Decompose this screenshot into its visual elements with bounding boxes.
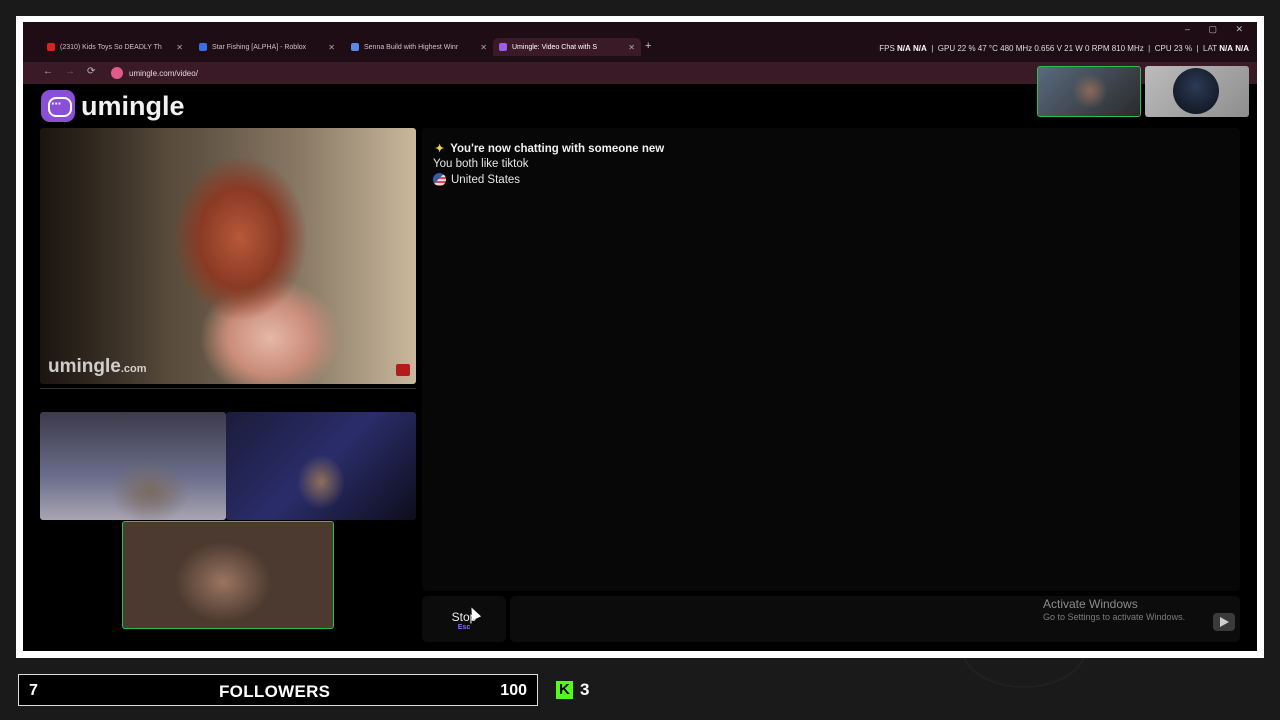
activate-windows-subtitle: Go to Settings to activate Windows. — [1043, 612, 1186, 622]
self-video — [122, 521, 334, 629]
tab-label: Senna Build with Highest Winr — [364, 43, 459, 51]
follower-label: FOLLOWERS — [219, 682, 331, 701]
tab-senna-build[interactable]: Senna Build with Highest Winr ✕ — [345, 38, 493, 56]
site-info-icon[interactable] — [111, 67, 123, 79]
send-button[interactable] — [1213, 613, 1235, 631]
umingle-logo[interactable]: umingle — [41, 90, 185, 122]
tab-youtube[interactable]: (2310) Kids Toys So DEADLY Th ✕ — [41, 38, 189, 56]
close-icon[interactable]: ✕ — [328, 43, 335, 52]
avatar — [1173, 68, 1219, 114]
close-icon[interactable]: ✕ — [628, 43, 635, 52]
fps-value: N/A — [897, 44, 911, 53]
tab-bar: (2310) Kids Toys So DEADLY Th ✕ Star Fis… — [23, 22, 1257, 62]
stop-button[interactable]: Stop Esc — [422, 596, 506, 642]
url-field[interactable]: umingle.com/video/ — [111, 65, 198, 81]
send-icon — [1220, 617, 1229, 627]
chat-log: ✦ You're now chatting with someone new Y… — [422, 128, 1240, 591]
umingle-watermark: umingle.com — [48, 356, 147, 378]
fps-label: FPS — [879, 44, 895, 53]
notice-text: You're now chatting with someone new — [450, 142, 665, 155]
kick-viewer-count: 3 — [580, 680, 590, 699]
activate-windows-title: Activate Windows — [1043, 597, 1138, 611]
video-divider — [40, 388, 416, 389]
fps-value: N/A — [913, 44, 927, 53]
tab-roblox[interactable]: Star Fishing [ALPHA] - Roblox ✕ — [193, 38, 341, 56]
watermark-text: umingle — [48, 356, 121, 377]
follower-count: 7 — [29, 682, 38, 699]
reload-icon[interactable]: ⟳ — [87, 66, 95, 77]
participant-cam-2 — [1145, 66, 1249, 117]
url-text: umingle.com/video/ — [129, 68, 198, 78]
stranger-country: United States — [433, 173, 520, 186]
tab-label: (2310) Kids Toys So DEADLY Th — [60, 43, 162, 51]
stop-shortcut-hint: Esc — [457, 624, 471, 631]
us-flag-icon — [433, 173, 446, 186]
cpu-stats: CPU 23 % — [1154, 44, 1193, 53]
chat-bubble-icon — [41, 90, 75, 122]
follower-goal-bar: 7 FOLLOWERS 100 — [18, 674, 538, 706]
streamer-webcam — [40, 412, 226, 520]
window-controls[interactable]: – ▢ ✕ — [1185, 24, 1251, 35]
roblox-icon — [199, 43, 207, 51]
tab-label: Umingle: Video Chat with S — [512, 43, 598, 51]
participant-cam-1 — [1037, 66, 1141, 117]
back-icon[interactable]: ← — [43, 66, 53, 77]
report-flag-icon[interactable] — [396, 364, 410, 376]
site-icon — [351, 43, 359, 51]
lat-value: N/A — [1219, 44, 1233, 53]
stranger-video: umingle.com — [40, 128, 416, 384]
gpu-stats: GPU 22 % 47 °C 480 MHz 0.656 V 21 W 0 RP… — [937, 44, 1144, 53]
youtube-icon — [47, 43, 55, 51]
new-tab-button[interactable]: + — [645, 40, 651, 52]
country-text: United States — [451, 173, 521, 186]
browser-window: (2310) Kids Toys So DEADLY Th ✕ Star Fis… — [23, 22, 1257, 651]
system-message: ✦ You're now chatting with someone new — [435, 142, 665, 156]
lat-value: N/A — [1235, 44, 1249, 53]
close-icon[interactable]: ✕ — [176, 43, 183, 52]
sparkle-icon: ✦ — [435, 143, 445, 155]
common-interest: You both like tiktok — [433, 158, 529, 170]
performance-overlay: FPS N/A N/A | GPU 22 % 47 °C 480 MHz 0.6… — [879, 44, 1249, 53]
watermark-suffix: .com — [120, 363, 147, 375]
stop-label: Stop — [451, 610, 477, 624]
tab-umingle[interactable]: Umingle: Video Chat with S ✕ — [493, 38, 641, 56]
lat-label: LAT — [1203, 44, 1217, 53]
video-shadow — [40, 128, 170, 384]
close-icon[interactable]: ✕ — [480, 43, 487, 52]
guest-webcam — [226, 412, 416, 520]
tab-label: Star Fishing [ALPHA] - Roblox — [212, 43, 307, 51]
kick-logo-icon — [556, 681, 573, 699]
logo-text: umingle — [81, 90, 185, 121]
follower-goal: 100 — [500, 682, 527, 699]
forward-icon[interactable]: → — [65, 66, 75, 77]
umingle-icon — [499, 43, 507, 51]
